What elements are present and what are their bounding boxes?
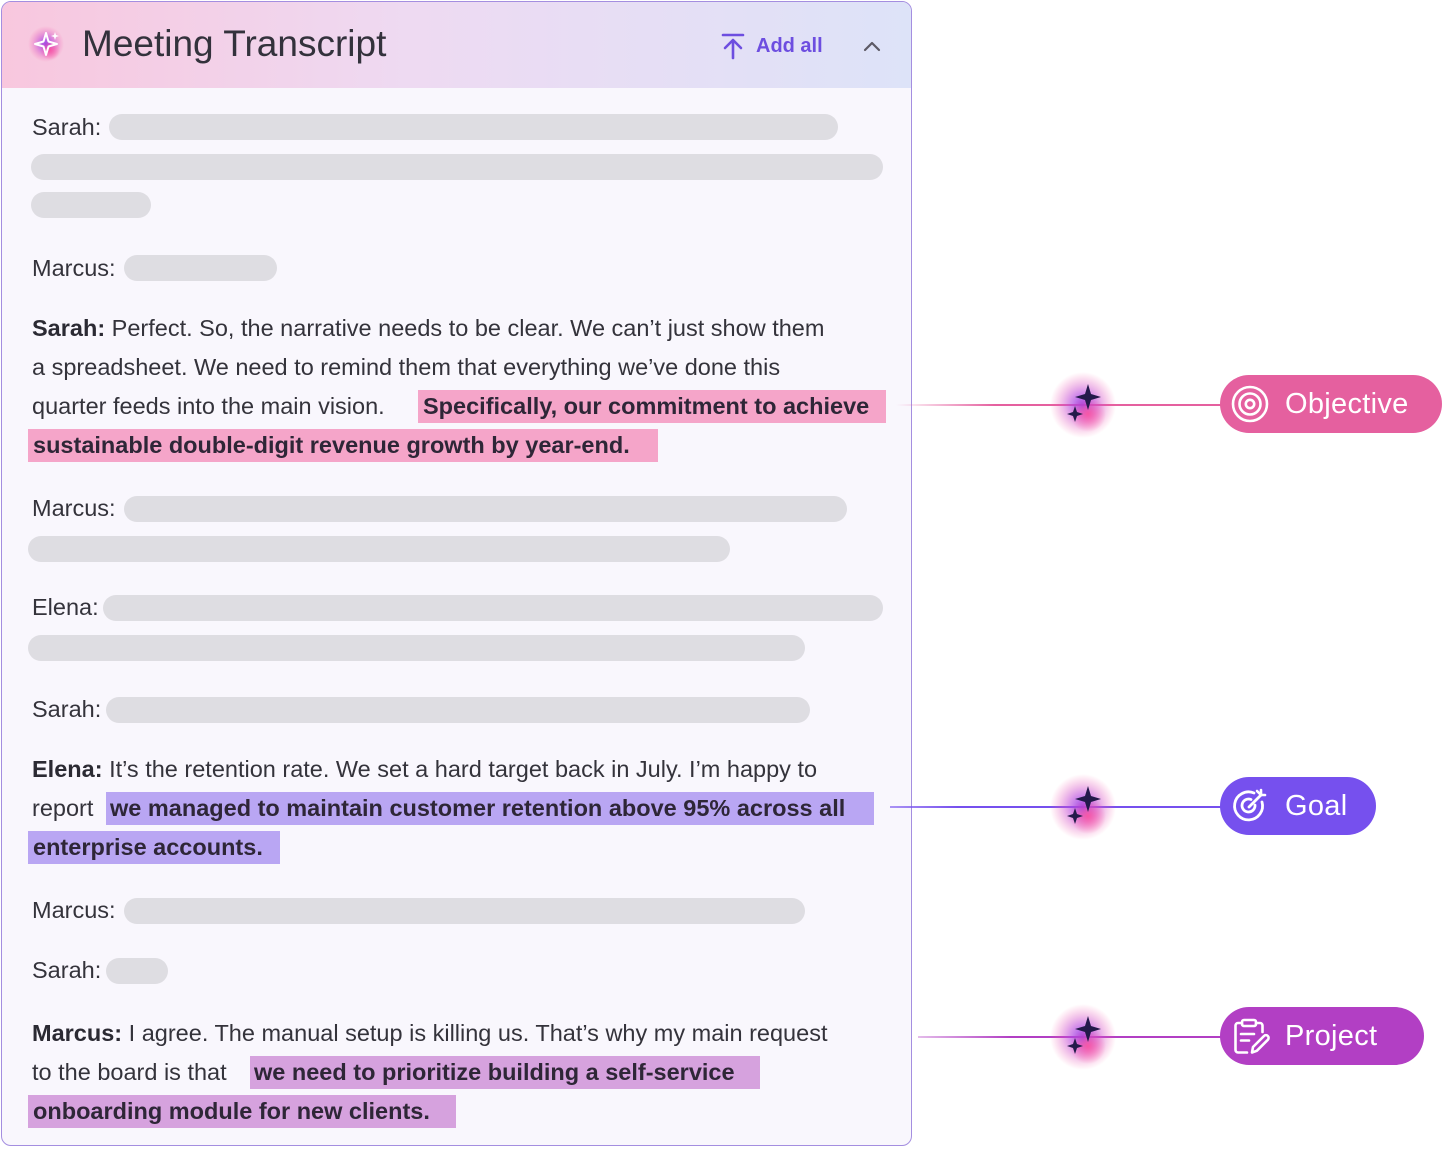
transcript-line: to the board is that (32, 1059, 227, 1085)
objective-tag[interactable]: Objective (1220, 375, 1442, 433)
project-tag-label: Project (1285, 1019, 1378, 1052)
goal-highlight-text: we managed to maintain customer retentio… (110, 795, 846, 821)
meeting-transcript-panel: Meeting Transcript Add all Sarah: Marcus… (1, 1, 912, 1146)
transcript-line: quarter feeds into the main vision. (32, 393, 385, 419)
speaker-label: Sarah: (32, 696, 102, 722)
sparkle-icon (1050, 372, 1116, 438)
speaker-label: Sarah: (32, 957, 102, 983)
speaker-label: Elena: (32, 594, 99, 620)
add-all-label: Add all (756, 34, 823, 57)
panel-title: Meeting Transcript (82, 23, 387, 64)
redacted-text-bar (28, 635, 805, 661)
transcript-line: Marcus: I agree. The manual setup is kil… (32, 1020, 828, 1046)
add-all-button[interactable]: Add all (720, 30, 823, 62)
project-highlight-text: onboarding module for new clients. (33, 1098, 430, 1124)
speaker-label: Marcus: (32, 255, 116, 281)
redacted-text-bar (103, 595, 883, 621)
speaker-label: Sarah: (32, 114, 102, 140)
redacted-text-bar (109, 114, 838, 140)
redacted-text-bar (106, 697, 810, 723)
objective-highlight-text: sustainable double-digit revenue growth … (33, 432, 630, 458)
objective-tag-label: Objective (1285, 387, 1409, 420)
redacted-text-bar (31, 192, 151, 218)
chevron-up-icon[interactable] (858, 32, 886, 60)
target-icon (1231, 385, 1269, 423)
redacted-text-bar (124, 496, 847, 522)
target-arrow-icon (1233, 788, 1267, 822)
redacted-text-bar (106, 958, 168, 984)
speaker-label: Marcus: (32, 897, 116, 923)
panel-header: Meeting Transcript Add all (2, 2, 911, 88)
redacted-text-bar (124, 898, 805, 924)
transcript-line: a spreadsheet. We need to remind them th… (32, 354, 781, 380)
ai-sparkle-icon (28, 26, 64, 62)
goal-tag[interactable]: Goal (1220, 777, 1376, 835)
transcript-line: Elena: It’s the retention rate. We set a… (32, 756, 818, 782)
redacted-text-bar (28, 536, 730, 562)
sparkle-icon (1050, 1004, 1116, 1070)
project-tag[interactable]: Project (1220, 1007, 1424, 1065)
redacted-text-bar (31, 154, 883, 180)
clipboard-edit-icon (1234, 1018, 1270, 1054)
transcript-line: report (32, 795, 94, 821)
upload-arrow-icon (721, 33, 745, 60)
goal-tag-label: Goal (1285, 789, 1348, 822)
objective-highlight-text: Specifically, our commitment to achieve (423, 393, 870, 419)
sparkle-icon (1050, 774, 1116, 840)
speaker-label: Marcus: (32, 495, 116, 521)
goal-highlight-text: enterprise accounts. (33, 834, 263, 860)
redacted-text-bar (124, 255, 277, 281)
transcript-line: Sarah: Perfect. So, the narrative needs … (32, 315, 825, 341)
project-highlight-text: we need to prioritize building a self-se… (254, 1059, 735, 1085)
